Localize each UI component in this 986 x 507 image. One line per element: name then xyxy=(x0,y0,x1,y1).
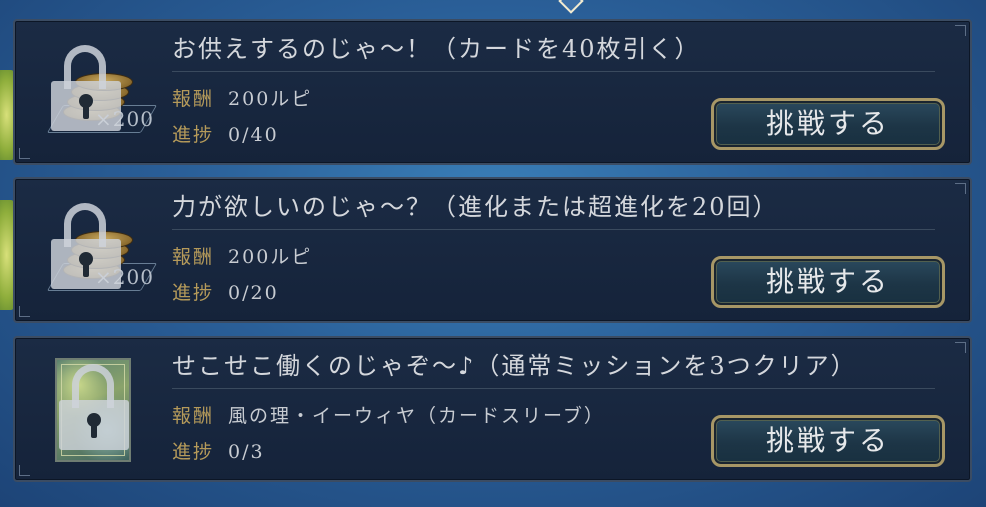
reward-row: 報酬 200ルピ xyxy=(172,85,312,113)
reward-value: 風の理・イーウィヤ（カードスリーブ） xyxy=(228,405,605,427)
reward-icon-rupee: ×200 xyxy=(46,203,158,307)
mission-title: お供えするのじゃ～！（カードを40枚引く） xyxy=(172,35,701,63)
progress-label: 進捗 xyxy=(172,124,215,146)
progress-row: 進捗 0/3 xyxy=(172,438,265,466)
frame-corner xyxy=(955,25,966,36)
progress-value: 0/3 xyxy=(228,441,265,463)
lock-icon xyxy=(51,45,127,133)
mission-card: ×200 力が欲しいのじゃ～？（進化または超進化を20回） 報酬 200ルピ 進捗… xyxy=(13,177,972,323)
frame-corner xyxy=(19,148,30,159)
top-ornament-icon xyxy=(558,0,584,14)
reward-row: 報酬 200ルピ xyxy=(172,243,312,271)
mission-title: せこせこ働くのじゃぞ～♪（通常ミッションを3つクリア） xyxy=(172,352,857,380)
lock-icon xyxy=(51,203,127,291)
challenge-button[interactable]: 挑戦する xyxy=(711,256,945,308)
frame-corner xyxy=(955,342,966,353)
reward-row: 報酬 風の理・イーウィヤ（カードスリーブ） xyxy=(172,402,605,430)
reward-label: 報酬 xyxy=(172,246,215,268)
progress-row: 進捗 0/20 xyxy=(172,279,279,307)
frame-corner xyxy=(955,183,966,194)
mission-title: 力が欲しいのじゃ～？（進化または超進化を20回） xyxy=(172,193,779,221)
mission-card: ×200 お供えするのじゃ～！（カードを40枚引く） 報酬 200ルピ 進捗 0/4… xyxy=(13,19,972,165)
progress-value: 0/40 xyxy=(228,124,279,146)
progress-label: 進捗 xyxy=(172,282,215,304)
progress-row: 進捗 0/40 xyxy=(172,121,279,149)
progress-label: 進捗 xyxy=(172,441,215,463)
reward-icon-rupee: ×200 xyxy=(46,45,158,149)
frame-corner xyxy=(19,465,30,476)
lock-icon xyxy=(59,364,135,452)
progress-value: 0/20 xyxy=(228,282,279,304)
divider xyxy=(172,71,935,72)
mission-card: せこせこ働くのじゃぞ～♪（通常ミッションを3つクリア） 報酬 風の理・イーウィヤ（… xyxy=(13,336,972,482)
challenge-button[interactable]: 挑戦する xyxy=(711,415,945,467)
reward-label: 報酬 xyxy=(172,405,215,427)
reward-value: 200ルピ xyxy=(228,88,313,110)
reward-label: 報酬 xyxy=(172,88,215,110)
divider xyxy=(172,388,935,389)
challenge-button[interactable]: 挑戦する xyxy=(711,98,945,150)
divider xyxy=(172,229,935,230)
frame-corner xyxy=(19,306,30,317)
reward-value: 200ルピ xyxy=(228,246,313,268)
